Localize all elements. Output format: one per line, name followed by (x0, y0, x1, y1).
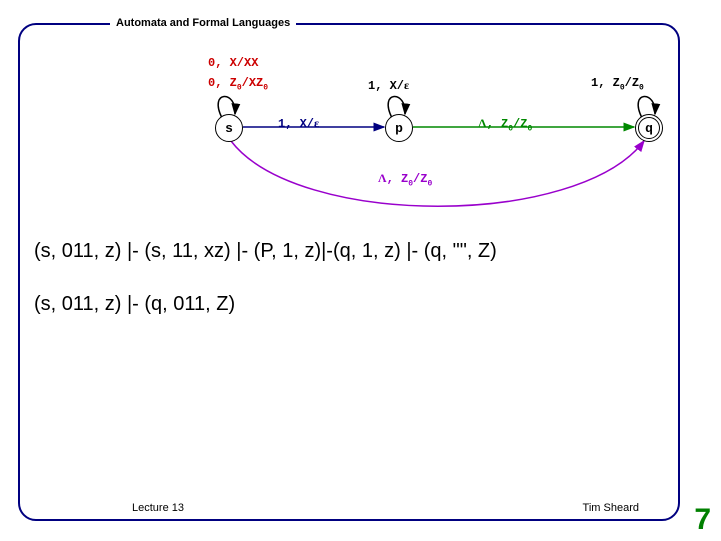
state-s-label: s (225, 121, 233, 136)
state-p-label: p (395, 121, 403, 136)
label-s-loop-2b: /XZ (242, 76, 264, 90)
sub: 0 (639, 83, 644, 92)
state-p: p (385, 114, 413, 142)
state-s: s (215, 114, 243, 142)
label-s-loop-1: 0, X/XX (208, 56, 258, 70)
label-q-loop: 1, Z0/Z0 (591, 76, 644, 92)
label-s-to-p: 1, X/ε (278, 116, 319, 131)
state-q-label: q (645, 121, 653, 136)
label-s-loop-2: 0, Z0/XZ0 (208, 76, 268, 92)
footer-right: Tim Sheard (579, 502, 643, 514)
lambda: Λ (378, 171, 387, 185)
eps: ε (314, 116, 319, 130)
label-s-loop-2a: 0, Z (208, 76, 237, 90)
sub: 0 (427, 179, 432, 188)
label-s-to-p-a: 1, X/ (278, 117, 314, 131)
label-p-to-q-b: /Z (513, 117, 527, 131)
label-p-to-q-a: , Z (487, 117, 509, 131)
page-title: Automata and Formal Languages (110, 16, 296, 30)
derivation-block: (s, 011, z) |- (s, 11, xz) |- (P, 1, z)|… (34, 240, 497, 346)
derivation-line-1: (s, 011, z) |- (s, 11, xz) |- (P, 1, z)|… (34, 240, 497, 263)
label-s-to-q: Λ, Z0/Z0 (378, 171, 432, 188)
derivation-line-2: (s, 011, z) |- (q, 011, Z) (34, 293, 497, 316)
page-number: 7 (694, 503, 711, 537)
label-p-to-q: Λ, Z0/Z0 (478, 116, 532, 133)
pda-diagram: s p q 0, X/XX 0, Z0/XZ0 1, X/ε 1, X/ε 1,… (38, 38, 678, 218)
label-p-loop-a: 1, X/ (368, 79, 404, 93)
footer-left: Lecture 13 (128, 502, 188, 514)
label-s-to-q-a: , Z (387, 172, 409, 186)
eps: ε (404, 78, 409, 92)
label-q-loop-a: 1, Z (591, 76, 620, 90)
diagram-svg (38, 38, 678, 218)
lambda: Λ (478, 116, 487, 130)
state-q-accepting-ring: q (638, 117, 660, 139)
state-q: q (635, 114, 663, 142)
sub: 0 (527, 124, 532, 133)
label-q-loop-b: /Z (625, 76, 639, 90)
sub: 0 (263, 83, 268, 92)
label-p-loop: 1, X/ε (368, 78, 409, 93)
label-s-to-q-b: /Z (413, 172, 427, 186)
